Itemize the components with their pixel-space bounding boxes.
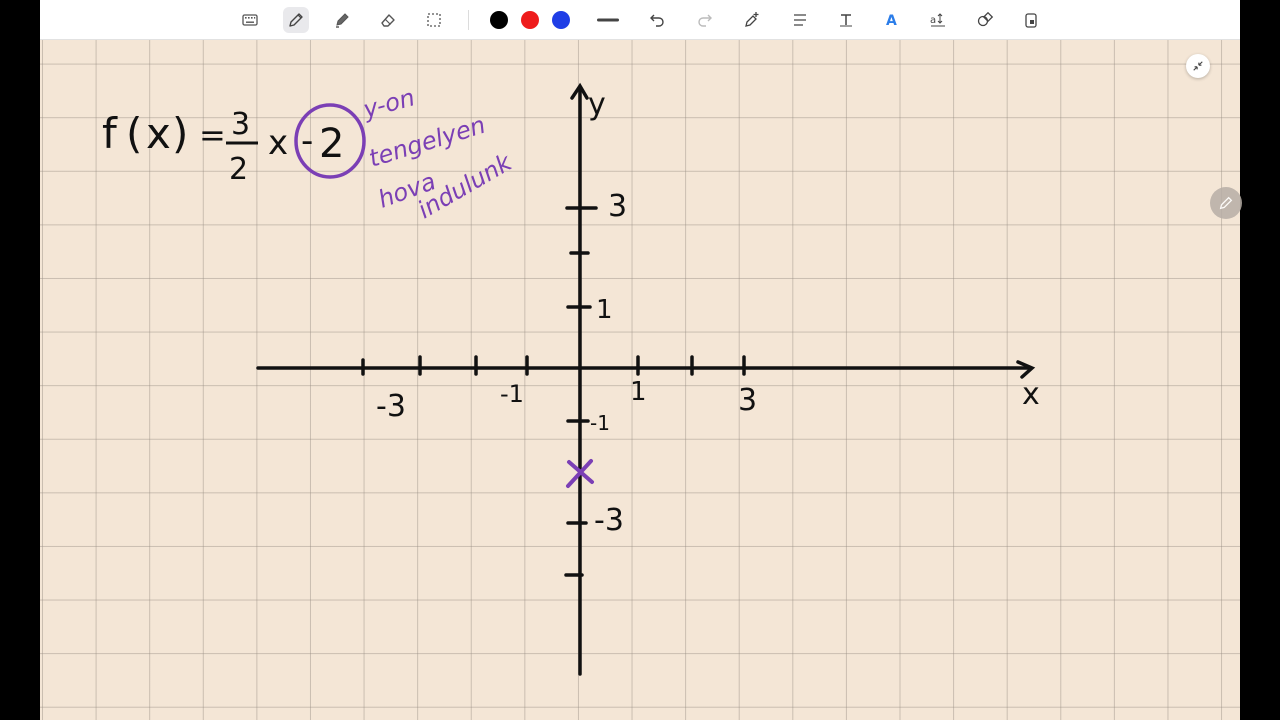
annotation-line-1: y-on xyxy=(359,83,417,124)
fraction-denominator: 2 xyxy=(229,152,248,187)
x-tick-label: -1 xyxy=(500,380,524,408)
y-tick-label: 3 xyxy=(608,189,627,224)
formula-constant: 2 xyxy=(319,121,344,167)
x-tick-label: 1 xyxy=(630,377,647,407)
ink-layer: f ( x ) = 3 2 x - 2 y-on tengelyen hova … xyxy=(102,82,1040,676)
formula-f: f xyxy=(102,109,118,158)
collapse-icon[interactable] xyxy=(1186,54,1210,78)
annotation-line-2: tengelyen xyxy=(366,111,489,173)
y-tick-label: 1 xyxy=(596,295,613,325)
axis-labels: x y -3 -1 1 3 3 1 -1 -3 xyxy=(376,87,1040,538)
side-pen-icon[interactable] xyxy=(1210,187,1242,219)
formula-minus: - xyxy=(301,121,313,161)
formula-equals: = xyxy=(199,116,226,154)
x-tick-label: 3 xyxy=(738,383,757,418)
y-axis-label: y xyxy=(588,87,606,122)
x-axis-label: x xyxy=(1022,377,1040,412)
x-tick-label: -3 xyxy=(376,389,406,424)
formula-close-paren: ) xyxy=(172,109,188,158)
formula-x: x xyxy=(146,109,171,158)
fraction-numerator: 3 xyxy=(231,107,250,142)
y-tick-label: -1 xyxy=(590,411,610,435)
annotation-note: y-on tengelyen hova indulunk xyxy=(359,83,517,224)
y-tick-label: -3 xyxy=(594,503,624,538)
formula-x2: x xyxy=(268,123,288,163)
function-formula: f ( x ) = 3 2 x - 2 xyxy=(102,107,344,187)
formula-open-paren: ( xyxy=(126,109,142,158)
